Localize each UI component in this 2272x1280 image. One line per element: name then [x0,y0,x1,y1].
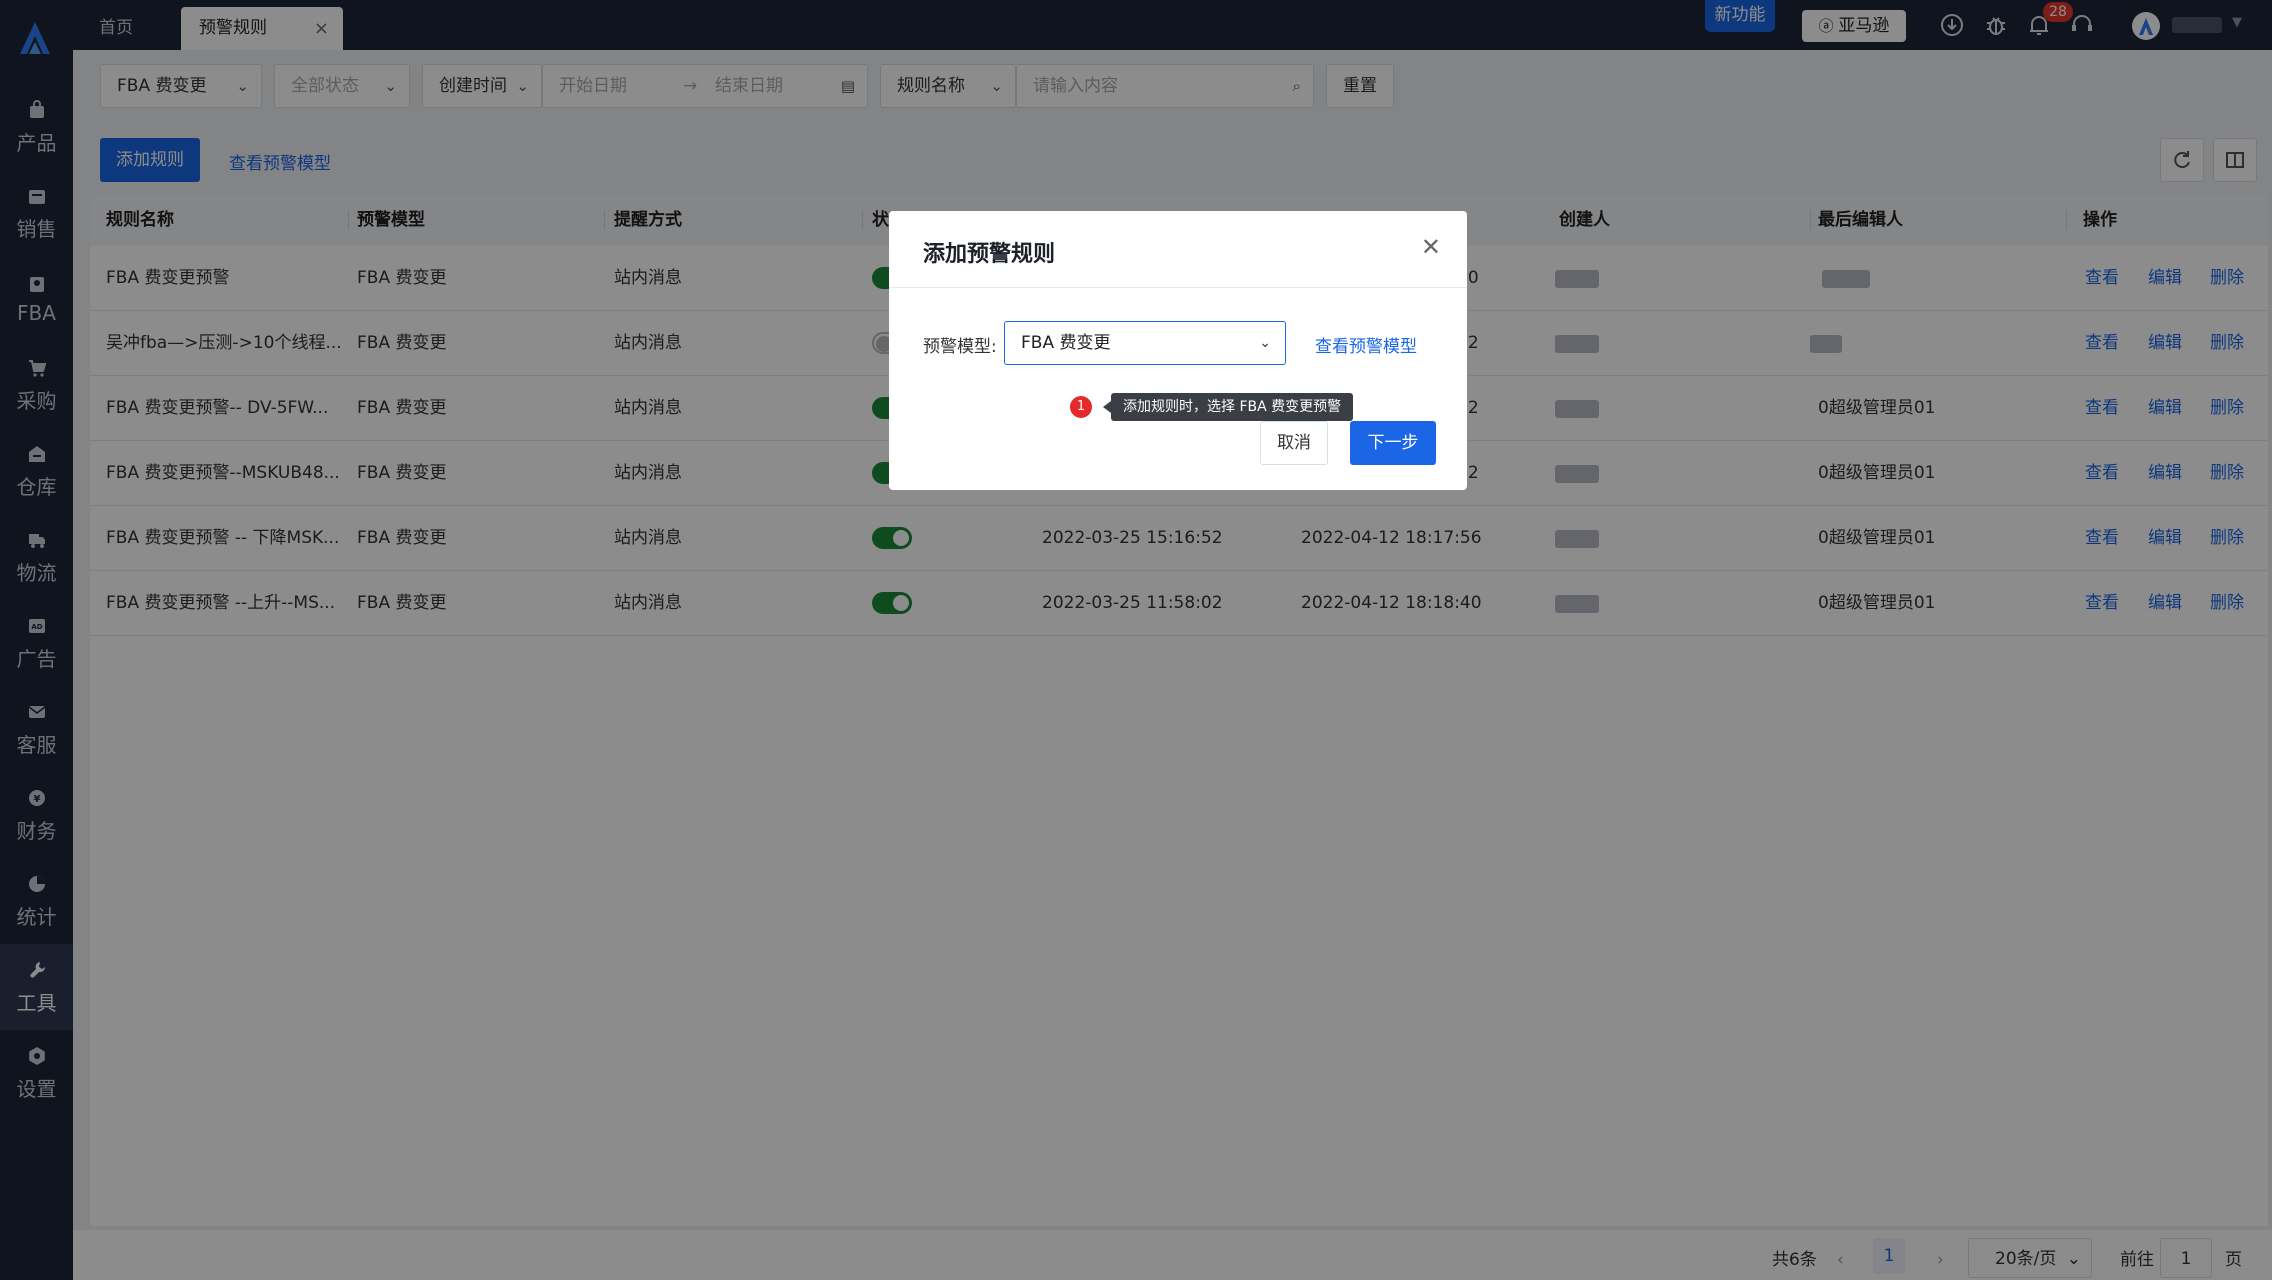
model-select[interactable]: FBA 费变更 ⌄ [1004,321,1286,365]
step-badge: 1 [1070,396,1092,418]
guide-tooltip: 添加规则时，选择 FBA 费变更预警 [1102,393,1354,421]
modal-overlay[interactable] [0,0,2272,1280]
view-model-link[interactable]: 查看预警模型 [1315,332,1417,357]
cancel-button[interactable]: 取消 [1260,421,1328,465]
close-icon[interactable]: ✕ [1421,233,1441,261]
dialog-divider [889,287,1467,288]
model-select-value: FBA 费变更 [1021,333,1111,353]
chevron-down-icon: ⌄ [1259,335,1271,351]
add-rule-dialog: 添加预警规则 ✕ 预警模型: FBA 费变更 ⌄ 查看预警模型 1 添加规则时，… [889,211,1467,490]
model-field-label: 预警模型: [923,337,997,357]
dialog-title: 添加预警规则 [923,242,1056,267]
next-step-button[interactable]: 下一步 [1350,421,1436,465]
